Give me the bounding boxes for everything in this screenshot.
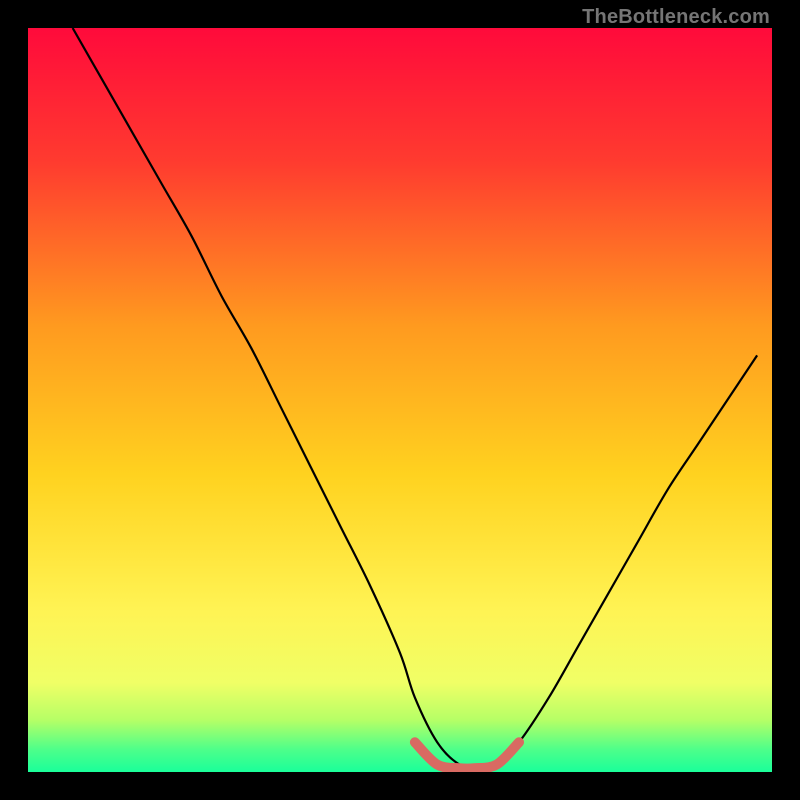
bottleneck-chart (28, 28, 772, 772)
watermark-text: TheBottleneck.com (582, 6, 770, 29)
chart-background (28, 28, 772, 772)
chart-frame (0, 0, 800, 800)
